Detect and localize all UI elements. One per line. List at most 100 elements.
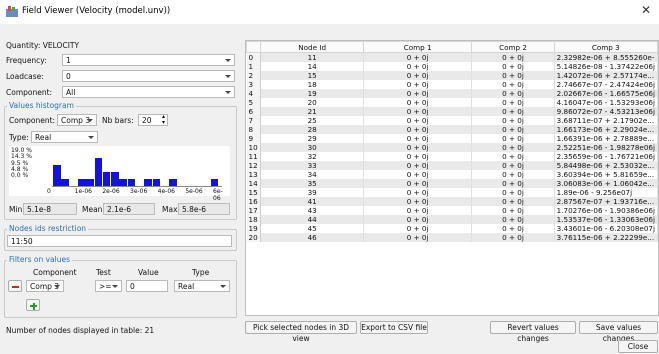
table-row[interactable]: 13 34 0 + 0j 0 + 0j 3.60394e-06 + 5.81659e..… bbox=[246, 170, 658, 179]
node-id-cell[interactable]: 25 bbox=[260, 116, 364, 125]
table-row[interactable]: 5 20 0 + 0j 0 + 0j 4.16047e-06 - 1.53293e06j bbox=[246, 98, 658, 107]
node-id-cell[interactable]: 18 bbox=[260, 80, 364, 89]
table-row[interactable]: 4 19 0 + 0j 0 + 0j 2.02667e-06 - 1.66575e06j bbox=[246, 89, 658, 98]
comp3-cell[interactable]: 5.14826e-08 - 1.37422e06j bbox=[554, 62, 658, 71]
comp3-cell[interactable]: 4.16047e-06 - 1.53293e06j bbox=[554, 98, 658, 107]
comp3-cell[interactable]: 1.66391e-06 + 2.78889e... bbox=[554, 134, 658, 143]
comp3-cell[interactable]: 2.35659e-06 - 1.76721e06j bbox=[554, 152, 658, 161]
nodes-restriction-input[interactable]: 11:50 bbox=[7, 235, 232, 247]
node-id-cell[interactable]: 19 bbox=[260, 89, 364, 98]
table-row[interactable]: 0 11 0 + 0j 0 + 0j 2.32982e-06 + 8.555260e- bbox=[246, 52, 658, 62]
comp1-cell[interactable]: 0 + 0j bbox=[363, 116, 473, 125]
comp1-cell[interactable]: 0 + 0j bbox=[363, 89, 473, 98]
filter-component-select[interactable]: Comp 3 bbox=[26, 280, 64, 292]
node-id-cell[interactable]: 43 bbox=[260, 206, 364, 215]
comp3-cell[interactable]: 1.53537e-06 - 1.33063e06j bbox=[554, 215, 658, 224]
comp1-cell[interactable]: 0 + 0j bbox=[363, 125, 473, 134]
comp2-cell[interactable]: 0 + 0j bbox=[471, 98, 555, 107]
comp2-cell[interactable]: 0 + 0j bbox=[471, 71, 555, 80]
node-id-cell[interactable]: 41 bbox=[260, 197, 364, 206]
node-id-cell[interactable]: 20 bbox=[260, 98, 364, 107]
comp2-cell[interactable]: 0 + 0j bbox=[471, 188, 555, 197]
frequency-select[interactable]: 1 bbox=[62, 54, 235, 66]
node-id-cell[interactable]: 15 bbox=[260, 71, 364, 80]
comp3-cell[interactable]: 2.74667e-07 - 2.47424e06j bbox=[554, 80, 658, 89]
comp2-cell[interactable]: 0 + 0j bbox=[471, 215, 555, 224]
comp3-cell[interactable]: 5.84498e-06 + 2.53032e... bbox=[554, 161, 658, 170]
comp1-cell[interactable]: 0 + 0j bbox=[363, 188, 473, 197]
comp1-cell[interactable]: 0 + 0j bbox=[363, 107, 473, 116]
table-row[interactable]: 17 43 0 + 0j 0 + 0j 1.70276e-06 - 1.90386e06… bbox=[246, 206, 658, 215]
table-row[interactable]: 19 45 0 + 0j 0 + 0j 3.43601e-06 - 6.20308e07… bbox=[246, 224, 658, 233]
comp3-cell[interactable]: 2.87567e-07 + 1.93716e... bbox=[554, 197, 658, 206]
comp1-cell[interactable]: 0 + 0j bbox=[363, 80, 473, 89]
table-row[interactable]: 16 41 0 + 0j 0 + 0j 2.87567e-07 + 1.93716e..… bbox=[246, 197, 658, 206]
comp2-cell[interactable]: 0 + 0j bbox=[471, 197, 555, 206]
comp3-cell[interactable]: 3.06083e-06 + 1.06042e... bbox=[554, 179, 658, 188]
loadcase-select[interactable]: 0 bbox=[62, 70, 235, 82]
table-row[interactable]: 3 18 0 + 0j 0 + 0j 2.74667e-07 - 2.47424e06j bbox=[246, 80, 658, 89]
node-id-cell[interactable]: 46 bbox=[260, 233, 364, 242]
node-id-cell[interactable]: 35 bbox=[260, 179, 364, 188]
comp1-cell[interactable]: 0 + 0j bbox=[363, 134, 473, 143]
comp2-cell[interactable]: 0 + 0j bbox=[471, 170, 555, 179]
hist-type-select[interactable]: Real bbox=[31, 131, 98, 143]
comp1-cell[interactable]: 0 + 0j bbox=[363, 52, 473, 62]
comp1-cell[interactable]: 0 + 0j bbox=[363, 197, 473, 206]
table-row[interactable]: 20 46 0 + 0j 0 + 0j 3.76115e-06 + 2.22299e..… bbox=[246, 233, 658, 242]
comp3-cell[interactable]: 1.42072e-06 + 2.57174e... bbox=[554, 71, 658, 80]
comp1-cell[interactable]: 0 + 0j bbox=[363, 224, 473, 233]
node-id-cell[interactable]: 28 bbox=[260, 125, 364, 134]
comp2-cell[interactable]: 0 + 0j bbox=[471, 62, 555, 71]
comp1-cell[interactable]: 0 + 0j bbox=[363, 62, 473, 71]
node-id-cell[interactable]: 44 bbox=[260, 215, 364, 224]
comp1-cell[interactable]: 0 + 0j bbox=[363, 170, 473, 179]
comp1-cell[interactable]: 0 + 0j bbox=[363, 143, 473, 152]
add-filter-button[interactable] bbox=[26, 299, 40, 311]
comp2-cell[interactable]: 0 + 0j bbox=[471, 52, 555, 62]
comp1-cell[interactable]: 0 + 0j bbox=[363, 161, 473, 170]
spin-arrows-icon[interactable]: ▴ ▾ bbox=[162, 114, 165, 126]
node-id-cell[interactable]: 11 bbox=[260, 52, 364, 62]
table-row[interactable]: 11 32 0 + 0j 0 + 0j 2.35659e-06 - 1.76721e06… bbox=[246, 152, 658, 161]
values-table[interactable]: Node Id Comp 1 Comp 2 Comp 3 0 11 0 + 0j 0 … bbox=[245, 40, 659, 316]
component-select[interactable]: All bbox=[62, 86, 235, 98]
revert-changes-button[interactable]: Revert values changes bbox=[490, 321, 576, 343]
filter-test-select[interactable]: >= bbox=[95, 280, 122, 292]
table-row[interactable]: 18 44 0 + 0j 0 + 0j 1.53537e-06 - 1.33063e06… bbox=[246, 215, 658, 224]
comp2-cell[interactable]: 0 + 0j bbox=[471, 116, 555, 125]
comp3-cell[interactable]: 3.60394e-06 + 5.81659e... bbox=[554, 170, 658, 179]
table-row[interactable]: 1 14 0 + 0j 0 + 0j 5.14826e-08 - 1.37422e06j bbox=[246, 62, 658, 71]
node-id-cell[interactable]: 29 bbox=[260, 134, 364, 143]
filter-value-input[interactable]: 0 bbox=[126, 280, 168, 292]
pick-nodes-button[interactable]: Pick selected nodes in 3D view bbox=[245, 321, 357, 343]
comp1-cell[interactable]: 0 + 0j bbox=[363, 215, 473, 224]
comp3-cell[interactable]: 2.02667e-06 - 1.66575e06j bbox=[554, 89, 658, 98]
comp3-cell[interactable]: 9.86072e-07 - 4.53213e06j bbox=[554, 107, 658, 116]
filter-type-select[interactable]: Real bbox=[174, 280, 230, 292]
table-row[interactable]: 2 15 0 + 0j 0 + 0j 1.42072e-06 + 2.57174e... bbox=[246, 71, 658, 80]
comp3-cell[interactable]: 1.70276e-06 - 1.90386e06j bbox=[554, 206, 658, 215]
comp2-cell[interactable]: 0 + 0j bbox=[471, 134, 555, 143]
comp1-cell[interactable]: 0 + 0j bbox=[363, 233, 473, 242]
comp1-cell[interactable]: 0 + 0j bbox=[363, 179, 473, 188]
column-header-comp1[interactable]: Comp 1 bbox=[362, 41, 473, 53]
table-row[interactable]: 7 25 0 + 0j 0 + 0j 3.68711e-07 + 2.17902e... bbox=[246, 116, 658, 125]
comp2-cell[interactable]: 0 + 0j bbox=[471, 179, 555, 188]
export-csv-button[interactable]: Export to CSV file bbox=[360, 321, 428, 334]
node-id-cell[interactable]: 39 bbox=[260, 188, 364, 197]
nb-bars-spinbox[interactable]: 20 ▴ ▾ bbox=[138, 114, 168, 126]
table-row[interactable]: 9 29 0 + 0j 0 + 0j 1.66391e-06 + 2.78889e... bbox=[246, 134, 658, 143]
node-id-cell[interactable]: 14 bbox=[260, 62, 364, 71]
comp1-cell[interactable]: 0 + 0j bbox=[363, 206, 473, 215]
comp1-cell[interactable]: 0 + 0j bbox=[363, 152, 473, 161]
column-header-node-id[interactable]: Node Id bbox=[260, 41, 364, 53]
comp3-cell[interactable]: 1.89e-06 - 9.256e07j bbox=[554, 188, 658, 197]
node-id-cell[interactable]: 30 bbox=[260, 143, 364, 152]
comp2-cell[interactable]: 0 + 0j bbox=[471, 89, 555, 98]
comp2-cell[interactable]: 0 + 0j bbox=[471, 206, 555, 215]
comp3-cell[interactable]: 3.68711e-07 + 2.17902e... bbox=[554, 116, 658, 125]
node-id-cell[interactable]: 34 bbox=[260, 170, 364, 179]
comp2-cell[interactable]: 0 + 0j bbox=[471, 125, 555, 134]
column-header-comp2[interactable]: Comp 2 bbox=[471, 41, 555, 53]
